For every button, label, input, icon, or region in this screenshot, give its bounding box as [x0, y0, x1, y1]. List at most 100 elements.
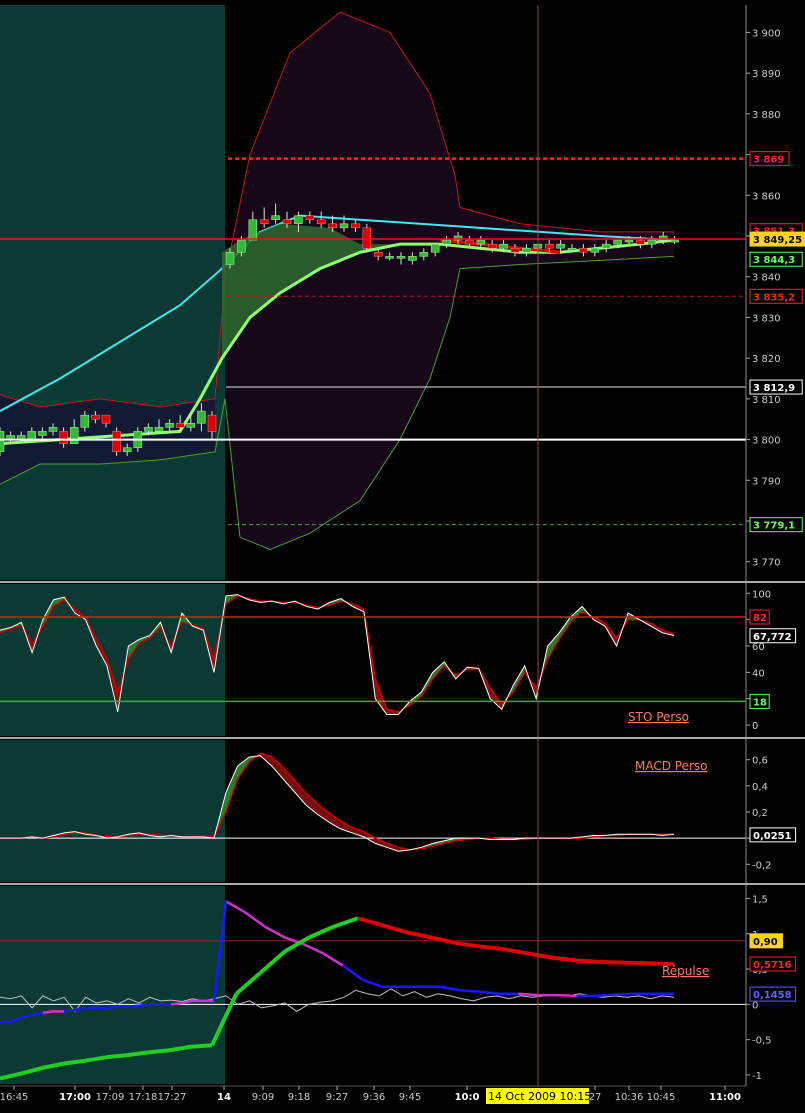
- price-tag-text: 3 844,3: [753, 255, 795, 266]
- repulse-fast-segment: [595, 993, 616, 998]
- price-tick-label: 3 790: [752, 476, 781, 487]
- candle-body: [207, 414, 217, 432]
- candle-body: [122, 447, 132, 453]
- price-tag-text: 3 812,9: [753, 383, 795, 394]
- candle-body: [670, 239, 679, 243]
- x-tick-label: 9:09: [252, 1092, 274, 1103]
- candle-body: [316, 219, 326, 225]
- candle-body: [197, 410, 206, 424]
- repulse-fast-segment: [128, 1004, 140, 1008]
- candle-body: [154, 427, 164, 432]
- x-tick-label: 9:27: [326, 1092, 348, 1103]
- price-tick-label: 3 770: [752, 558, 781, 569]
- candle-body: [408, 256, 417, 261]
- price-tick-label: 3 830: [752, 313, 781, 324]
- x-tick-label: 17:18: [129, 1092, 158, 1103]
- candle-body: [165, 423, 174, 428]
- price-tag: 3 835,2: [749, 288, 803, 304]
- repulse-tag-text: 0,1458: [753, 990, 792, 1001]
- price-tag: 3 849,25: [749, 231, 805, 247]
- x-tick-label: 11:00: [709, 1092, 741, 1103]
- ind-tick-label: 0,6: [752, 756, 768, 767]
- candle: [362, 223, 372, 253]
- repulse-slow-segment: [600, 960, 626, 965]
- repulse-slow-segment: [148, 1048, 170, 1055]
- price-tag: 3 844,3: [749, 251, 803, 267]
- price-tag-text: 3 779,1: [753, 521, 795, 532]
- candle-body: [487, 243, 497, 249]
- pre-session-shading: [0, 5, 225, 580]
- x-tick-label: 10:36: [615, 1092, 644, 1103]
- macd-label[interactable]: MACD Perso: [635, 759, 708, 773]
- candle-body: [282, 219, 292, 225]
- sto-tag-text: 82: [753, 613, 767, 624]
- price-tag: 3 812,9: [749, 379, 803, 395]
- repulse-slow-segment: [190, 1043, 213, 1049]
- repulse-slow-segment: [479, 944, 505, 952]
- repulse-tag-text: 0,90: [753, 937, 778, 948]
- candle-body: [476, 239, 486, 245]
- sto-tag-text: 18: [753, 697, 767, 708]
- candle-body: [624, 239, 634, 243]
- candle-body: [442, 239, 451, 245]
- price-tick-label: 3 880: [752, 110, 781, 121]
- sto-panel[interactable]: 1008060402008267,77218 STO Perso: [0, 584, 797, 736]
- repulse-slow-segment: [105, 1053, 128, 1060]
- x-tick-label: 10:0: [455, 1092, 480, 1103]
- ind-tick-label: 100: [752, 589, 771, 600]
- repulse-fast-segment: [106, 1005, 118, 1010]
- x-tick-label: 17:09: [96, 1092, 125, 1103]
- candle-body: [636, 239, 645, 245]
- x-tick-label: 9:18: [288, 1092, 310, 1103]
- price-tick-label: 3 890: [752, 69, 781, 80]
- candle-body: [271, 215, 280, 220]
- candle-body: [328, 223, 337, 229]
- candle-body: [419, 252, 429, 257]
- repulse-fast-segment: [518, 992, 538, 997]
- sto-tag-text: 67,772: [753, 632, 792, 643]
- repulse-slow-segment: [63, 1058, 86, 1066]
- candle-body: [373, 252, 383, 257]
- candle: [112, 427, 121, 456]
- repulse-fast-segment: [171, 1001, 183, 1006]
- x-tick-label: 17:00: [59, 1092, 91, 1103]
- candle-body: [556, 243, 565, 249]
- candle-body: [101, 414, 111, 424]
- sto-label[interactable]: STO Perso: [628, 710, 689, 724]
- repulse-slow-segment: [625, 960, 650, 966]
- candle-body: [647, 239, 657, 245]
- repulse-fast-segment: [64, 1008, 76, 1013]
- cursor-date-text: 14 Oct 2009 10:15: [488, 1090, 591, 1103]
- trading-chart[interactable]: 3 9003 8903 8803 8703 8603 8503 8403 830…: [0, 0, 805, 1113]
- ind-tick-label: -1: [752, 1071, 762, 1082]
- ind-tick-label: 1,5: [752, 894, 768, 905]
- candle-body: [305, 215, 315, 220]
- price-panel[interactable]: 3 9003 8903 8803 8703 8603 8503 8403 830…: [0, 5, 805, 580]
- candle-body: [351, 223, 360, 229]
- sto-pre-session-shading: [0, 584, 225, 736]
- price-tag: 3 869: [749, 151, 790, 167]
- candle-body: [590, 247, 600, 253]
- candle-body: [144, 427, 153, 432]
- macd-panel[interactable]: 0,60,40,20-0,20,0251 MACD Perso: [0, 740, 797, 882]
- candle-body: [80, 414, 90, 428]
- price-tag-text: 3 869: [753, 155, 784, 166]
- repulse-pre-session-shading: [0, 886, 225, 1084]
- candle: [0, 427, 5, 456]
- ind-tick-label: 0,4: [752, 782, 768, 793]
- candle-body: [186, 423, 196, 428]
- cursor-date-label[interactable]: 14 Oct 2009 10:15: [486, 1088, 591, 1104]
- candle-body: [579, 247, 588, 253]
- repulse-panel[interactable]: 1,510,50-0,5-10,900,57160,1458 Répulse: [0, 886, 797, 1084]
- repulse-fast-segment: [138, 1003, 150, 1008]
- candle-body: [465, 239, 474, 245]
- price-tag-text: 3 835,2: [753, 292, 795, 303]
- repulse-label[interactable]: Répulse: [662, 964, 709, 978]
- ind-tick-label: 0: [752, 721, 758, 732]
- ind-tick-label: -0,2: [752, 860, 772, 871]
- candle-body: [510, 247, 520, 253]
- candle-body: [362, 227, 372, 249]
- price-tick-label: 3 810: [752, 395, 781, 406]
- time-axis[interactable]: 16:45 17:00 17:09 17:18 17:27 14 9:09 9:18 9:27 9…: [0, 1085, 805, 1113]
- repulse-fast-segment: [557, 993, 577, 998]
